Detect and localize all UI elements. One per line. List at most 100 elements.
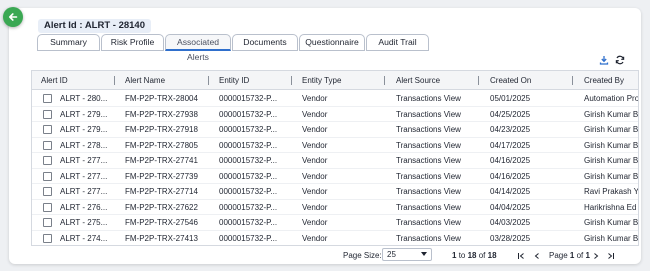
row-checkbox[interactable]: [43, 140, 52, 150]
range-to: 18: [467, 251, 477, 260]
col-header-created-by[interactable]: Created By: [584, 71, 624, 90]
cell-alert-name: FM-P2P-TRX-27622: [125, 202, 198, 212]
cell-alert-name: FM-P2P-TRX-28004: [125, 94, 198, 103]
row-checkbox[interactable]: [43, 94, 52, 103]
cell-alert-id: ALRT - 279...: [60, 109, 108, 119]
range-from: 1: [452, 251, 457, 260]
row-checkbox[interactable]: [43, 187, 52, 196]
table-row[interactable]: ALRT - 278... FM-P2P-TRX-27805 000001573…: [32, 138, 638, 153]
col-header-entity-type[interactable]: Entity Type: [302, 71, 341, 90]
cell-entity-type: Vendor: [302, 94, 328, 103]
cell-entity-type: Vendor: [302, 156, 328, 165]
page-word: Page: [549, 251, 568, 260]
tab-audit-trail[interactable]: Audit Trail: [366, 34, 429, 51]
cell-alert-source: Transactions View: [396, 109, 461, 119]
col-header-alert-source[interactable]: Alert Source: [396, 71, 440, 90]
table-row[interactable]: ALRT - 277... FM-P2P-TRX-27741 000001573…: [32, 153, 639, 169]
row-checkbox[interactable]: [43, 202, 52, 212]
cell-created-by: Ravi Prakash Y: [584, 187, 639, 196]
cell-created-by: Automation Pro: [584, 94, 639, 103]
page-current: 1: [569, 251, 575, 260]
range-to-word: to: [458, 251, 466, 260]
cell-entity-id: 0000015732-P...: [219, 156, 278, 165]
refresh-icon[interactable]: [615, 55, 625, 65]
cell-created-by: Girish Kumar B: [584, 171, 639, 181]
row-checkbox[interactable]: [43, 171, 52, 181]
tab-bar: Summary Risk Profile Associated Alerts D…: [37, 34, 430, 62]
row-checkbox[interactable]: [43, 218, 52, 227]
page-size-label: Page Size:: [343, 251, 382, 260]
table-row[interactable]: ALRT - 279... FM-P2P-TRX-27938 000001573…: [32, 107, 639, 122]
row-checkbox[interactable]: [43, 156, 52, 165]
table-row[interactable]: ALRT - 277... FM-P2P-TRX-27714 000001573…: [32, 184, 639, 200]
col-header-entity-id[interactable]: Entity ID: [219, 71, 249, 90]
cell-entity-id: 0000015732-P...: [219, 233, 278, 243]
tab-risk-profile[interactable]: Risk Profile: [101, 34, 164, 51]
cell-alert-id: ALRT - 278...: [60, 140, 108, 150]
cell-alert-source: Transactions View: [396, 125, 461, 134]
range-total: 18: [487, 251, 497, 260]
cell-alert-id: ALRT - 280...: [60, 94, 108, 103]
cell-created-on: 04/04/2025: [490, 202, 531, 212]
cell-alert-name: FM-P2P-TRX-27741: [125, 156, 198, 165]
column-resize-handle[interactable]: [572, 76, 573, 85]
cell-entity-id: 0000015732-P...: [219, 94, 278, 103]
table-row[interactable]: ALRT - 276... FM-P2P-TRX-27622 000001573…: [32, 200, 638, 215]
tab-associated-alerts[interactable]: Associated Alerts: [165, 34, 231, 62]
cell-created-on: 05/01/2025: [490, 94, 531, 103]
table-row[interactable]: ALRT - 277... FM-P2P-TRX-27739 000001573…: [32, 169, 639, 184]
cell-entity-id: 0000015732-P...: [219, 171, 278, 181]
cell-alert-id: ALRT - 275...: [60, 218, 108, 227]
table-row[interactable]: ALRT - 280... FM-P2P-TRX-28004 000001573…: [32, 91, 639, 107]
arrow-left-icon: [9, 13, 18, 21]
row-checkbox[interactable]: [43, 109, 52, 119]
table-row[interactable]: ALRT - 275... FM-P2P-TRX-27546 000001573…: [32, 215, 638, 231]
column-resize-handle[interactable]: [478, 76, 479, 85]
cell-alert-name: FM-P2P-TRX-27918: [125, 125, 198, 134]
cell-created-by: Girish Kumar B: [584, 156, 639, 165]
table-row[interactable]: ALRT - 274... FM-P2P-TRX-27413 000001573…: [32, 231, 639, 246]
cell-entity-id: 0000015732-P...: [219, 125, 278, 134]
page-of-word: of: [576, 251, 584, 260]
page-size-select[interactable]: 25: [382, 248, 432, 261]
grid-toolbar: [599, 55, 625, 65]
last-page-icon[interactable]: [606, 250, 616, 262]
cell-created-by: Harikrishna Ed: [584, 202, 637, 212]
cell-entity-type: Vendor: [302, 218, 328, 227]
row-checkbox[interactable]: [43, 233, 52, 243]
column-resize-handle[interactable]: [291, 76, 292, 85]
associated-alerts-grid: Alert ID Alert Name Entity ID Entity Typ…: [31, 70, 639, 246]
cell-created-on: 03/28/2025: [490, 233, 531, 243]
cell-alert-id: ALRT - 279...: [60, 125, 108, 134]
col-header-alert-name[interactable]: Alert Name: [125, 71, 165, 90]
cell-created-on: 04/16/2025: [490, 171, 531, 181]
cell-created-by: Girish Kumar B: [584, 109, 639, 119]
first-page-icon[interactable]: [516, 250, 526, 262]
page-indicator: Page 1 of 1: [549, 250, 590, 262]
cell-entity-id: 0000015732-P...: [219, 218, 278, 227]
column-resize-handle[interactable]: [384, 76, 385, 85]
tab-questionnaire[interactable]: Questionnaire: [299, 34, 365, 51]
cell-alert-source: Transactions View: [396, 171, 461, 181]
back-button[interactable]: [3, 7, 23, 27]
table-row[interactable]: ALRT - 279... FM-P2P-TRX-27918 000001573…: [32, 122, 638, 138]
download-icon[interactable]: [599, 55, 609, 65]
cell-alert-source: Transactions View: [396, 94, 461, 103]
col-header-created-on[interactable]: Created On: [490, 71, 531, 90]
cell-alert-name: FM-P2P-TRX-27938: [125, 109, 198, 119]
cell-created-on: 04/14/2025: [490, 187, 531, 196]
tab-summary[interactable]: Summary: [37, 34, 100, 51]
previous-page-icon[interactable]: [532, 250, 542, 262]
row-checkbox[interactable]: [43, 125, 52, 134]
tab-documents[interactable]: Documents: [232, 34, 298, 51]
cell-created-on: 04/16/2025: [490, 156, 531, 165]
column-resize-handle[interactable]: [208, 76, 209, 85]
cell-alert-name: FM-P2P-TRX-27546: [125, 218, 198, 227]
cell-created-by: Girish Kumar B: [584, 233, 639, 243]
cell-created-on: 04/03/2025: [490, 218, 531, 227]
col-header-alert-id[interactable]: Alert ID: [41, 71, 68, 90]
cell-entity-type: Vendor: [302, 109, 328, 119]
cell-alert-source: Transactions View: [396, 140, 461, 150]
next-page-icon[interactable]: [591, 250, 601, 262]
column-resize-handle[interactable]: [114, 76, 115, 85]
